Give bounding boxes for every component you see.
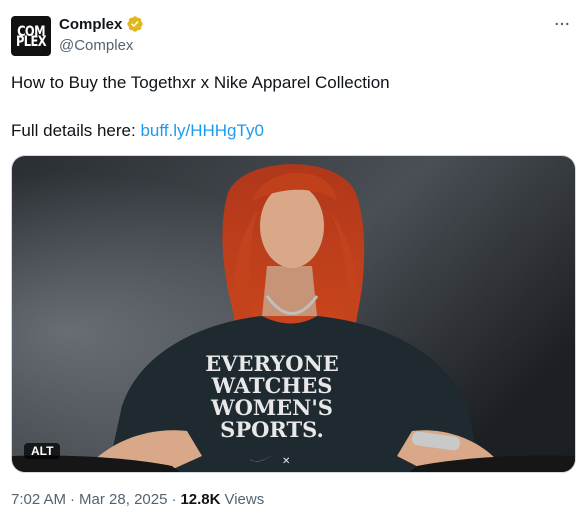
views-count[interactable]: 12.8K <box>180 491 220 508</box>
tweet-text: How to Buy the Togethxr x Nike Apparel C… <box>11 72 571 142</box>
tweet-photo[interactable]: EVERYONE WATCHES WOMEN'S SPORTS. ✕ ALT <box>11 155 576 473</box>
verified-badge-icon[interactable] <box>126 15 144 33</box>
avatar-text-bottom: PLEX <box>15 32 47 50</box>
alt-text-badge[interactable]: ALT <box>24 443 61 459</box>
tweet-date[interactable]: Mar 28, 2025 <box>79 491 167 508</box>
tweet-card: COM PLEX Complex @Complex How to Buy the… <box>0 0 586 522</box>
author-handle[interactable]: @Complex <box>59 37 133 54</box>
author-name-row: Complex <box>59 15 144 33</box>
avatar[interactable]: COM PLEX <box>11 16 51 56</box>
tweet-meta: 7:02 AM · Mar 28, 2025 · 12.8K Views <box>11 491 264 508</box>
more-horizontal-icon <box>555 22 569 26</box>
tweet-link[interactable]: buff.ly/HHHgTy0 <box>140 121 263 140</box>
meta-separator: · <box>171 491 177 508</box>
tweet-time[interactable]: 7:02 AM <box>11 491 66 508</box>
tweet-text-prefix: Full details here: <box>11 121 141 140</box>
shirt-text-line4: SPORTS. <box>220 417 324 442</box>
tweet-text-line2: Full details here: buff.ly/HHHgTy0 <box>11 120 571 142</box>
photo-image: EVERYONE WATCHES WOMEN'S SPORTS. ✕ <box>12 156 575 472</box>
collab-x-mark: ✕ <box>282 456 290 467</box>
tweet-text-line1: How to Buy the Togethxr x Nike Apparel C… <box>11 73 390 92</box>
more-options-button[interactable] <box>552 14 572 34</box>
meta-separator: · <box>70 491 76 508</box>
views-label: Views <box>224 491 265 508</box>
author-display-name[interactable]: Complex <box>59 16 122 33</box>
